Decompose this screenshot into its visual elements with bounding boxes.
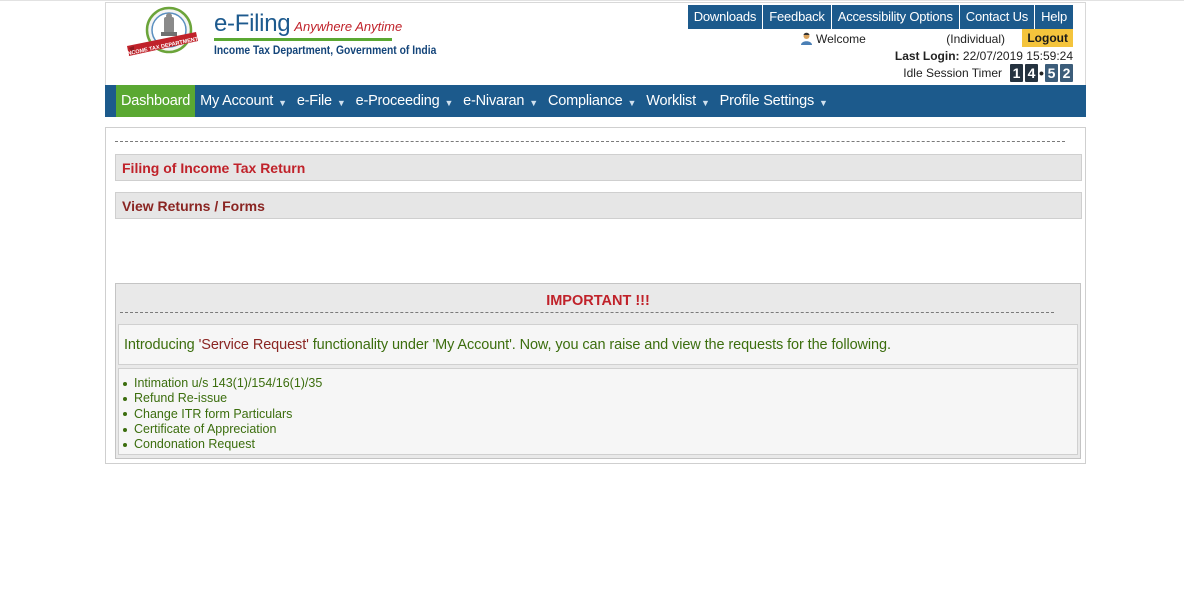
nav-my-account[interactable]: My Account ▼	[195, 85, 292, 117]
nav-compliance[interactable]: Compliance ▼	[543, 85, 641, 117]
feedback-link[interactable]: Feedback	[763, 5, 831, 29]
nav-label: Compliance	[547, 93, 623, 109]
chevron-down-icon: ▼	[627, 98, 637, 108]
user-type: (Individual)	[946, 32, 1005, 46]
list-item-text: Certificate of Appreciation	[134, 421, 277, 436]
view-returns-forms-panel[interactable]: View Returns / Forms	[115, 192, 1082, 219]
help-link[interactable]: Help	[1035, 5, 1073, 29]
chevron-down-icon: ▼	[700, 98, 710, 108]
list-item-text: Intimation u/s 143(1)/154/16(1)/35	[134, 376, 323, 390]
downloads-link[interactable]: Downloads	[687, 5, 763, 29]
nav-label: Profile Settings	[719, 93, 815, 109]
logout-button[interactable]: Logout	[1022, 29, 1073, 47]
nav-e-proceeding[interactable]: e-Proceeding ▼	[351, 85, 459, 117]
income-tax-emblem-logo[interactable]: INCOME TAX DEPARTMENT	[124, 6, 200, 64]
user-icon	[801, 32, 812, 45]
divider	[115, 141, 1065, 142]
chevron-down-icon: ▼	[819, 98, 828, 108]
brand-tagline: Anywhere Anytime	[294, 19, 403, 34]
bullet-icon	[123, 381, 127, 386]
nav-label: Worklist	[646, 93, 696, 109]
list-item: Refund Re-issue	[123, 391, 1077, 406]
dashboard-content: Filing of Income Tax Return View Returns…	[105, 127, 1086, 464]
top-border	[0, 0, 1184, 1]
chevron-down-icon: ▼	[278, 98, 287, 108]
message-suffix: functionality under 'My Account'. Now, y…	[308, 336, 891, 353]
nav-label: e-File	[296, 93, 332, 109]
list-item: Condonation Request	[123, 437, 1077, 452]
department-name: Income Tax Department, Government of Ind…	[214, 43, 437, 57]
bullet-icon	[123, 396, 127, 401]
welcome-text: Welcome	[816, 32, 866, 46]
list-item: Intimation u/s 143(1)/154/16(1)/35	[123, 376, 1077, 391]
contact-us-link[interactable]: Contact Us	[959, 5, 1035, 29]
important-message: Introducing 'Service Request' functional…	[118, 324, 1078, 365]
accessibility-options-link[interactable]: Accessibility Options	[831, 5, 959, 29]
filing-income-tax-return-panel[interactable]: Filing of Income Tax Return	[115, 154, 1082, 181]
timer-digit: 5	[1045, 64, 1058, 82]
chevron-down-icon: ▼	[336, 98, 346, 108]
last-login-value: 22/07/2019 15:59:24	[962, 49, 1073, 63]
divider	[120, 312, 1054, 313]
bullet-icon	[123, 442, 127, 447]
nav-dashboard[interactable]: Dashboard	[116, 85, 196, 117]
chevron-down-icon: ▼	[529, 98, 538, 108]
timer-separator: •	[1039, 65, 1044, 81]
header: INCOME TAX DEPARTMENT e-Filing Anywhere A…	[105, 2, 1086, 85]
nav-label: e-Nivaran	[463, 93, 525, 109]
chevron-down-icon: ▼	[444, 98, 454, 108]
bullet-icon	[123, 427, 127, 432]
nav-profile-settings[interactable]: Profile Settings ▼	[715, 85, 833, 117]
brand-title[interactable]: e-Filing	[214, 10, 291, 37]
nav-e-file[interactable]: e-File ▼	[292, 85, 351, 117]
timer-digit: 2	[1060, 64, 1073, 82]
nav-label: Dashboard	[121, 93, 191, 109]
brand: e-Filing Anywhere Anytime	[214, 10, 402, 38]
list-item: Change ITR form Particulars	[123, 407, 1077, 422]
idle-timer-label: Idle Session Timer	[903, 66, 1002, 80]
top-links: Downloads Feedback Accessibility Options…	[687, 5, 1073, 29]
last-login-label: Last Login:	[894, 49, 960, 63]
list-item: Certificate of Appreciation	[123, 422, 1077, 437]
bullet-icon	[123, 412, 127, 417]
timer-digit: 4	[1025, 64, 1038, 82]
last-login: Last Login: 22/07/2019 15:59:24	[895, 49, 1073, 63]
nav-label: e-Proceeding	[355, 93, 440, 109]
nav-worklist[interactable]: Worklist ▼	[641, 85, 714, 117]
message-prefix: Introducing	[124, 336, 199, 353]
nav-label: My Account	[200, 93, 274, 109]
nav-e-nivaran[interactable]: e-Nivaran ▼	[458, 85, 543, 117]
idle-session-timer: Idle Session Timer 1 4 • 5 2	[903, 64, 1073, 82]
important-notice: IMPORTANT !!! Introducing 'Service Reque…	[115, 283, 1081, 459]
welcome: Welcome	[800, 32, 866, 46]
timer-digit: 1	[1010, 64, 1023, 82]
main-nav: Dashboard My Account ▼ e-File ▼ e-Proceedi…	[105, 85, 1086, 117]
service-request-list: Intimation u/s 143(1)/154/16(1)/35 Refun…	[118, 368, 1078, 455]
important-title: IMPORTANT !!!	[546, 293, 650, 309]
page-header-wrap: INCOME TAX DEPARTMENT e-Filing Anywhere A…	[105, 2, 1086, 117]
list-item-text: Refund Re-issue	[134, 391, 228, 406]
brand-underline	[214, 38, 392, 41]
service-request-highlight: 'Service Request'	[198, 336, 309, 353]
list-item-text: Change ITR form Particulars	[134, 406, 293, 421]
list-item-text: Condonation Request	[134, 437, 255, 452]
